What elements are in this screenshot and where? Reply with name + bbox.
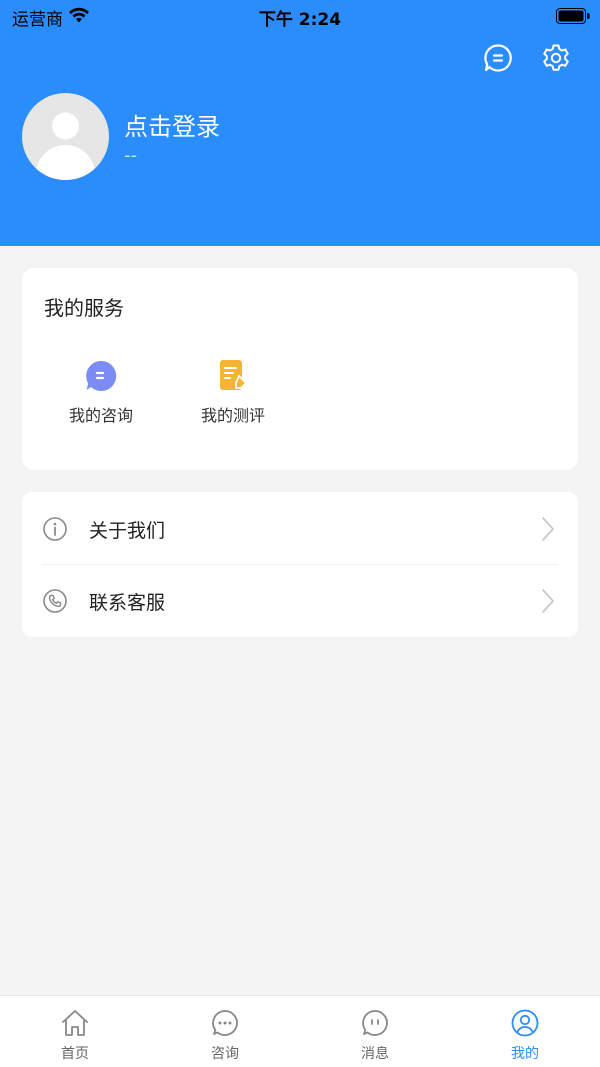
tab-consult[interactable]: 咨询	[150, 996, 300, 1067]
login-link[interactable]: 点击登录	[124, 107, 220, 142]
about-us-row[interactable]: 关于我们	[22, 492, 578, 564]
menu-card: 关于我们 联系客服	[22, 492, 578, 637]
message-button[interactable]	[480, 40, 516, 76]
chat-dots-icon	[212, 1010, 238, 1036]
tab-messages-label: 消息	[361, 1046, 389, 1062]
my-consultation-label: 我的咨询	[68, 406, 133, 425]
about-us-label: 关于我们	[89, 520, 166, 542]
chevron-right-icon	[542, 589, 554, 613]
document-edit-icon	[220, 360, 247, 390]
chevron-right-icon	[542, 517, 554, 541]
my-consultation-button[interactable]: 我的咨询	[46, 358, 156, 426]
message-icon	[362, 1010, 388, 1036]
tab-mine-label: 我的	[511, 1046, 539, 1062]
default-avatar-icon	[35, 112, 96, 180]
settings-button[interactable]	[538, 40, 574, 76]
services-title: 我的服务	[44, 296, 124, 320]
profile-page: 运营商 下午 2:24 点击登录 -- 我的服务 我的咨询 我的测评 关于我们 …	[0, 0, 600, 1067]
my-assessment-button[interactable]: 我的测评	[178, 358, 288, 426]
tab-mine[interactable]: 我的	[450, 996, 600, 1067]
status-bar: 运营商 下午 2:24	[0, 0, 600, 34]
avatar[interactable]	[22, 93, 109, 180]
chat-bubble-icon	[86, 360, 117, 391]
tab-home[interactable]: 首页	[0, 996, 150, 1067]
battery-icon	[556, 8, 590, 24]
user-icon	[511, 1009, 539, 1037]
tab-home-label: 首页	[61, 1046, 89, 1062]
contact-support-row[interactable]: 联系客服	[22, 564, 578, 636]
info-icon	[43, 517, 67, 541]
gear-icon	[543, 44, 569, 71]
services-card: 我的服务 我的咨询 我的测评	[22, 268, 578, 470]
phone-icon	[43, 589, 67, 613]
profile-header: 运营商 下午 2:24 点击登录 --	[0, 0, 600, 246]
clock: 下午 2:24	[258, 10, 342, 30]
home-icon	[62, 1010, 88, 1036]
my-assessment-label: 我的测评	[200, 406, 265, 425]
user-subtitle: --	[124, 145, 137, 166]
chat-bubble-icon	[484, 44, 512, 72]
tab-messages[interactable]: 消息	[300, 996, 450, 1067]
contact-support-label: 联系客服	[89, 592, 166, 614]
tab-consult-label: 咨询	[211, 1046, 239, 1062]
tab-bar: 首页 咨询 消息 我的	[0, 995, 600, 1067]
